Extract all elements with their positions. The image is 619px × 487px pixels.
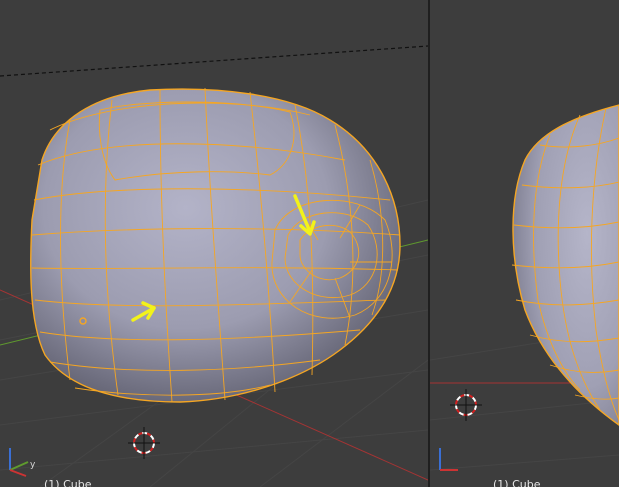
- gizmo-y-label: y: [30, 460, 36, 470]
- 3d-viewport-left[interactable]: y (1) Cube: [0, 0, 428, 487]
- mesh-object[interactable]: [30, 87, 401, 403]
- object-label: (1) Cube: [44, 478, 92, 487]
- 3d-cursor-icon[interactable]: [128, 427, 160, 459]
- axis-gizmo-icon: y: [9, 448, 36, 477]
- 3d-cursor-icon[interactable]: [450, 389, 482, 421]
- mesh-object[interactable]: [511, 104, 619, 426]
- horizon-line: [0, 45, 428, 77]
- axis-gizmo-icon: [439, 448, 458, 471]
- viewport-right-canvas: [430, 104, 619, 471]
- split-editor: y (1) Cube (1) Cube: [0, 0, 619, 487]
- viewport-left-canvas: y: [0, 45, 428, 487]
- object-label: (1) Cube: [493, 478, 541, 487]
- 3d-viewport-right[interactable]: (1) Cube: [430, 0, 619, 487]
